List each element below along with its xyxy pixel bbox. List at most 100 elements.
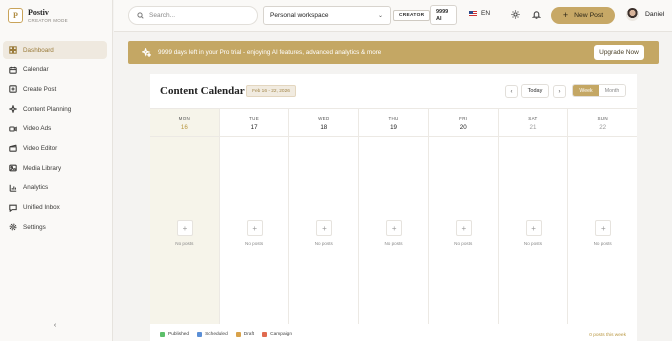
- sidebar-item-media-library[interactable]: Media Library: [3, 159, 107, 177]
- week-post-count: 0 posts this week: [589, 333, 626, 338]
- sidebar-item-video-editor[interactable]: Video Editor: [3, 139, 107, 157]
- day-column-tue[interactable]: TUE 17 + No posts: [219, 109, 290, 324]
- sidebar-nav: Dashboard Calendar Create Post Content P…: [3, 41, 107, 238]
- day-date: 19: [390, 124, 397, 131]
- day-column-mon[interactable]: MON 16 + No posts: [150, 109, 220, 324]
- today-button[interactable]: Today: [521, 84, 549, 98]
- no-posts-label: No posts: [454, 241, 473, 246]
- sidebar-item-unified-inbox[interactable]: Unified Inbox: [3, 199, 107, 217]
- language-label: EN: [481, 10, 491, 17]
- gear-icon: [9, 223, 17, 231]
- add-post-button[interactable]: +: [525, 220, 542, 236]
- legend-swatch: [197, 332, 203, 337]
- no-posts-label: No posts: [593, 241, 612, 246]
- legend-swatch: [235, 332, 241, 337]
- next-week-button[interactable]: ›: [553, 85, 566, 98]
- day-date: 21: [529, 124, 537, 131]
- status-legend: Published Scheduled Draft Campaign: [160, 332, 300, 337]
- day-date: 17: [250, 124, 258, 131]
- notifications-button[interactable]: [531, 10, 542, 19]
- sidebar-item-label: Dashboard: [23, 46, 54, 54]
- app-name: Postiv: [28, 8, 49, 18]
- sidebar-item-label: Media Library: [23, 164, 62, 172]
- calendar-icon: [9, 66, 17, 74]
- workspace-value: Personal workspace: [270, 12, 329, 19]
- image-icon: [9, 164, 17, 172]
- message-icon: [9, 204, 17, 212]
- sidebar-item-settings[interactable]: Settings: [3, 218, 107, 236]
- day-date: 18: [320, 124, 328, 131]
- add-post-button[interactable]: +: [455, 220, 472, 236]
- us-flag-icon: [469, 11, 477, 16]
- ai-credits-badge[interactable]: 9999 AI: [430, 5, 457, 25]
- add-post-button[interactable]: +: [316, 220, 333, 236]
- search-input[interactable]: [149, 12, 249, 19]
- trial-banner-text: 9999 days left in your Pro trial - enjoy…: [158, 49, 382, 56]
- day-date: 20: [459, 124, 467, 131]
- legend-item-campaign: Campaign: [262, 332, 292, 337]
- trial-banner: 9999 days left in your Pro trial - enjoy…: [128, 41, 659, 64]
- sidebar-item-label: Create Post: [23, 85, 57, 93]
- legend-item-scheduled: Scheduled: [197, 332, 228, 337]
- day-column-sun[interactable]: SUN 22 + No posts: [568, 109, 638, 324]
- add-post-button[interactable]: +: [177, 220, 193, 236]
- app-logo: P: [8, 8, 23, 23]
- brand[interactable]: P Postiv CREATOR MODE: [8, 8, 68, 23]
- sidebar-item-dashboard[interactable]: Dashboard: [3, 41, 107, 59]
- legend-swatch: [160, 332, 165, 337]
- user-name: Daniel: [645, 11, 665, 18]
- new-post-label: New Post: [574, 12, 604, 19]
- day-name: SAT: [528, 116, 538, 121]
- legend-label: Scheduled: [205, 332, 228, 337]
- theme-toggle-button[interactable]: [511, 10, 520, 19]
- legend-swatch: [262, 332, 268, 337]
- month-view-button[interactable]: Month: [599, 85, 625, 96]
- sidebar-item-video-ads[interactable]: Video Ads: [3, 120, 107, 138]
- legend-label: Draft: [243, 332, 255, 337]
- sidebar-item-label: Unified Inbox: [23, 204, 60, 211]
- day-name: WED: [318, 116, 330, 121]
- no-posts-label: No posts: [523, 241, 543, 246]
- user-menu[interactable]: Daniel: [626, 8, 664, 21]
- upgrade-now-button[interactable]: Upgrade Now: [594, 45, 644, 60]
- day-header: SAT 21: [498, 109, 568, 137]
- legend-item-published: Published: [160, 332, 189, 337]
- no-posts-label: No posts: [245, 241, 264, 246]
- collapse-sidebar-button[interactable]: ‹: [50, 320, 60, 330]
- day-date: 22: [599, 124, 607, 131]
- sidebar-item-create-post[interactable]: Create Post: [3, 80, 107, 98]
- search-icon: [137, 12, 144, 19]
- previous-week-button[interactable]: ‹: [505, 85, 518, 98]
- chevron-down-icon: ⌄: [377, 13, 383, 19]
- sidebar-item-content-planning[interactable]: Content Planning: [3, 100, 107, 118]
- day-column-sat[interactable]: SAT 21 + No posts: [498, 109, 569, 324]
- day-column-thu[interactable]: THU 19 + No posts: [359, 109, 429, 324]
- language-switcher[interactable]: EN: [469, 10, 490, 17]
- search-box[interactable]: [128, 6, 258, 25]
- new-post-button[interactable]: + New Post: [551, 7, 615, 24]
- day-column-wed[interactable]: WED 18 + No posts: [289, 109, 360, 324]
- day-header: SUN 22: [568, 109, 638, 137]
- sun-icon: [511, 10, 520, 19]
- workspace-select[interactable]: Personal workspace ⌄: [263, 6, 391, 25]
- day-name: FRI: [459, 116, 468, 121]
- chevron-right-icon: ›: [558, 88, 561, 95]
- sidebar-item-calendar[interactable]: Calendar: [3, 61, 107, 79]
- day-column-fri[interactable]: FRI 20 + No posts: [428, 109, 499, 324]
- add-post-button[interactable]: +: [246, 220, 263, 236]
- clapperboard-icon: [9, 144, 17, 153]
- add-post-button[interactable]: +: [386, 220, 403, 236]
- page-title: Content Calendar: [160, 85, 245, 97]
- day-date: 16: [180, 124, 188, 131]
- dashboard-icon: [9, 46, 17, 54]
- sidebar-item-label: Calendar: [23, 66, 49, 74]
- day-header: FRI 20: [428, 109, 498, 137]
- day-header: WED 18: [289, 109, 359, 137]
- add-post-button[interactable]: +: [595, 220, 612, 236]
- topbar: Personal workspace ⌄ CREATOR 9999 AI EN …: [114, 0, 672, 32]
- no-posts-label: No posts: [314, 241, 333, 246]
- legend-label: Campaign: [270, 332, 293, 337]
- sidebar-item-label: Analytics: [23, 184, 49, 192]
- sidebar-item-analytics[interactable]: Analytics: [3, 179, 107, 197]
- week-view-button[interactable]: Week: [573, 85, 599, 96]
